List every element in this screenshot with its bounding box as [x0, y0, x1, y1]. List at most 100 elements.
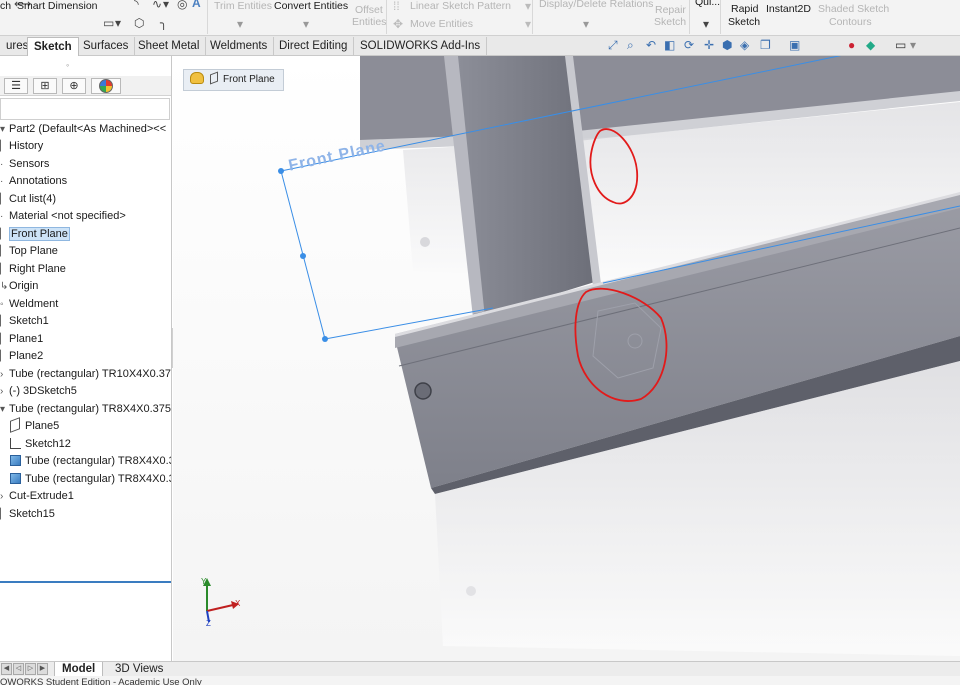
rollback-bar[interactable] — [0, 581, 171, 583]
tree-item-origin[interactable]: ↳Origin — [0, 278, 38, 295]
edit-appearance-icon[interactable]: ❐ — [760, 38, 771, 52]
tab-weldments[interactable]: Weldments — [204, 37, 275, 56]
tree-item-cut-list[interactable]: ▏Cut list(4) — [0, 191, 56, 208]
shaded-sketch-contours-button[interactable]: Shaded Sketch — [818, 3, 889, 15]
triad-z-label: Z — [206, 619, 211, 628]
first-tab-icon[interactable]: ◀ — [1, 663, 12, 675]
display-delete-relations-button[interactable]: Display/Delete Relations — [539, 0, 653, 10]
linear-pattern-icon[interactable]: ⁞⁞ — [393, 0, 400, 12]
tree-item-annotations[interactable]: · Annotations — [0, 173, 67, 190]
plane-handle[interactable] — [322, 336, 328, 342]
tree-item-top-plane[interactable]: ▏Top Plane — [0, 243, 58, 260]
expand-icon: › — [0, 386, 4, 397]
appearance-ball-icon[interactable]: ● — [848, 38, 855, 52]
polygon-tool-icon[interactable]: ⬡ — [134, 17, 144, 29]
tree-item-part[interactable]: ▾ Part2 (Default<As Machined><< — [0, 121, 166, 138]
trim-entities-button[interactable]: Trim Entities — [214, 0, 272, 12]
panel-grip-icon[interactable]: ◦ — [66, 60, 69, 70]
text-tool-icon[interactable]: A — [192, 0, 201, 9]
dropdown-arrow-icon[interactable]: ▾ — [237, 18, 243, 30]
plane-handle[interactable] — [278, 168, 284, 174]
zoom-to-fit-icon[interactable]: ⤢ — [608, 38, 618, 52]
display-manager-tab[interactable] — [91, 78, 121, 94]
linear-sketch-pattern-button[interactable]: Linear Sketch Pattern — [410, 0, 511, 12]
repair-sketch-button[interactable]: Repair — [655, 4, 686, 16]
zoom-to-area-icon[interactable]: ⌕ — [627, 38, 634, 52]
dropdown-arrow-icon[interactable]: ▾ — [163, 0, 169, 10]
scene-icon[interactable]: ◆ — [866, 38, 875, 52]
tab-sheet-metal[interactable]: Sheet Metal — [132, 37, 207, 56]
tab-solidworks-add-ins[interactable]: SOLIDWORKS Add-Ins — [354, 37, 488, 56]
apply-scene-icon[interactable]: ▣ — [789, 38, 800, 52]
tree-item-plane1[interactable]: ▏Plane1 — [0, 331, 43, 348]
quick-snaps-button[interactable]: Qui... — [695, 0, 720, 8]
plane-icon: ▏ — [0, 229, 8, 240]
tree-item-sketch1[interactable]: ▏Sketch1 — [0, 313, 49, 330]
tree-item-sketch12[interactable]: Sketch12 — [10, 436, 71, 453]
rotate-view-icon[interactable]: ⟳ — [684, 38, 694, 52]
model-scene — [173, 56, 960, 661]
feature-tree-tab[interactable]: ☰ — [4, 78, 28, 94]
feature-manager-panel: ◦ ☰ ⊞ ⊕ ▾ Part2 (Default<As Machined><< ▏… — [0, 56, 172, 661]
previous-view-icon[interactable]: ↶ — [646, 38, 656, 52]
tree-item-weldment[interactable]: ◦ Weldment — [0, 296, 58, 313]
tab-sketch[interactable]: Sketch — [27, 37, 79, 56]
fillet-tool-icon[interactable]: ╮ — [160, 17, 167, 29]
origin-icon: ↳ — [0, 281, 9, 292]
tree-item-tube-2[interactable]: ▾ Tube (rectangular) TR8X4X0.375( — [0, 401, 171, 418]
tree-item-tube-1[interactable]: › Tube (rectangular) TR10X4X0.375 — [0, 366, 171, 383]
next-tab-icon[interactable]: ▷ — [25, 663, 36, 675]
last-tab-icon[interactable]: ▶ — [37, 663, 48, 675]
rectangle-tool-icon[interactable]: ▭ — [103, 17, 114, 29]
graphics-area[interactable]: Front Plane Front Plane Y X Z — [173, 56, 960, 661]
dropdown-arrow-icon[interactable]: ▾ — [525, 18, 531, 30]
tree-item-3dsketch5[interactable]: › (-) 3DSketch5 — [0, 383, 77, 400]
dropdown-arrow-icon[interactable]: ▾ — [703, 18, 709, 30]
dropdown-arrow-icon[interactable]: ▾ — [910, 38, 916, 52]
plane-handle[interactable] — [300, 253, 306, 259]
plane-icon: ▏ — [0, 264, 8, 275]
tab-surfaces[interactable]: Surfaces — [77, 37, 136, 56]
breadcrumb[interactable]: Front Plane — [183, 69, 284, 91]
monitor-icon[interactable]: ▭ — [895, 38, 906, 52]
arc-tool-icon[interactable]: ◝ — [134, 0, 139, 10]
view-orientation-icon[interactable]: ✛ — [704, 38, 714, 52]
circle-tool-icon[interactable]: ◎ — [177, 0, 187, 10]
tree-item-cut-extrude1[interactable]: › Cut-Extrude1 — [0, 488, 74, 505]
property-manager-tab[interactable]: ⊞ — [33, 78, 57, 94]
tree-item-sketch15[interactable]: ▏Sketch15 — [0, 506, 55, 523]
tree-item-plane5[interactable]: Plane5 — [10, 417, 59, 435]
sketch-cut-label[interactable]: ch — [0, 0, 11, 12]
dropdown-arrow-icon[interactable]: ▾ — [525, 0, 531, 12]
spline-tool-icon[interactable]: ∿ — [152, 0, 162, 10]
tree-item-sensors[interactable]: · Sensors — [0, 156, 49, 173]
configuration-manager-tab[interactable]: ⊕ — [62, 78, 86, 94]
offset-entities-button[interactable]: Offset — [355, 4, 383, 16]
tab-direct-editing[interactable]: Direct Editing — [273, 37, 355, 56]
tree-item-tube-3[interactable]: Tube (rectangular) TR8X4X0.3 — [10, 453, 171, 470]
sketch-icon — [10, 438, 21, 449]
convert-entities-button[interactable]: Convert Entities — [274, 0, 348, 12]
section-view-icon[interactable]: ◧ — [664, 38, 675, 52]
move-entities-button[interactable]: Move Entities — [410, 18, 473, 30]
instant2d-button[interactable]: Instant2D — [766, 3, 811, 15]
tree-item-tube-4[interactable]: Tube (rectangular) TR8X4X0.3 — [10, 471, 171, 488]
previous-tab-icon[interactable]: ◁ — [13, 663, 24, 675]
tree-item-front-plane[interactable]: ▏ Front Plane — [0, 226, 70, 243]
tab-model[interactable]: Model — [54, 662, 104, 677]
feature-tree-filter[interactable] — [0, 98, 170, 120]
tab-3d-views[interactable]: 3D Views — [108, 662, 170, 677]
dropdown-arrow-icon[interactable]: ▾ — [583, 18, 589, 30]
dropdown-arrow-icon[interactable]: ▾ — [303, 18, 309, 30]
rapid-sketch-button[interactable]: Rapid — [731, 3, 758, 15]
move-entities-icon[interactable]: ✥ — [393, 18, 403, 30]
tree-item-history[interactable]: ▏History — [0, 138, 43, 155]
tree-item-right-plane[interactable]: ▏Right Plane — [0, 261, 66, 278]
smart-dimension-button[interactable]: Smart Dimension — [17, 0, 98, 12]
hide-show-items-icon[interactable]: ◈ — [740, 38, 749, 52]
display-style-icon[interactable]: ⬢ — [722, 38, 732, 52]
model-view-tabs-bar: ◀ ◁ ▷ ▶ Model 3D Views — [0, 661, 960, 677]
tree-item-material[interactable]: · Material <not specified> — [0, 208, 126, 225]
dropdown-arrow-icon[interactable]: ▾ — [115, 17, 121, 29]
tree-item-plane2[interactable]: ▏Plane2 — [0, 348, 43, 365]
